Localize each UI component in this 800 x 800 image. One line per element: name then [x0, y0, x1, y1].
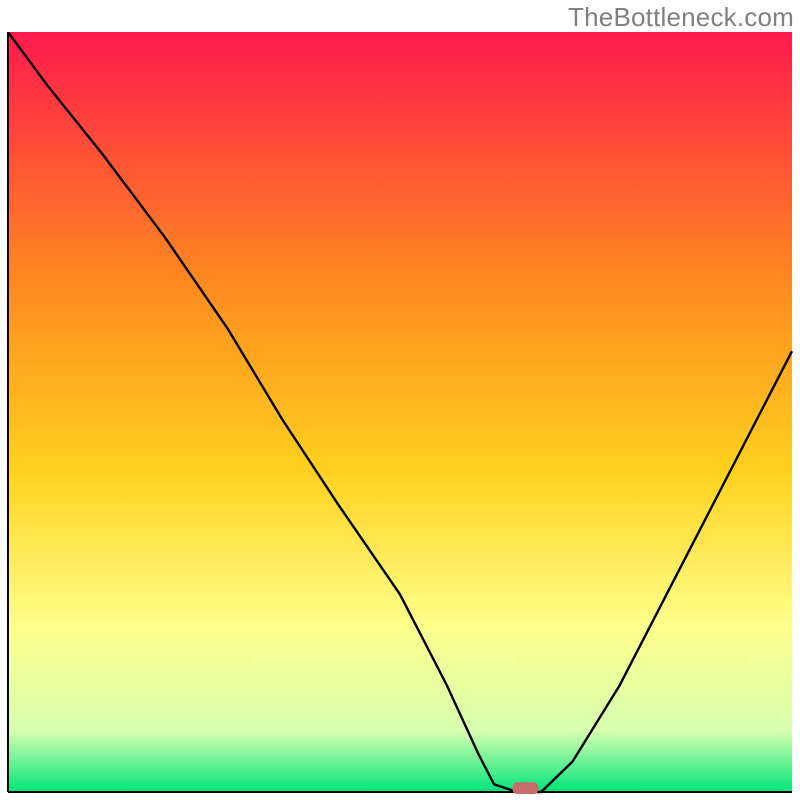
optimal-point-marker: [512, 782, 538, 794]
plot-area: [6, 32, 794, 794]
watermark-text: TheBottleneck.com: [568, 2, 794, 33]
chart-svg: [6, 32, 794, 794]
gradient-background: [8, 32, 792, 792]
chart-stage: TheBottleneck.com: [0, 0, 800, 800]
